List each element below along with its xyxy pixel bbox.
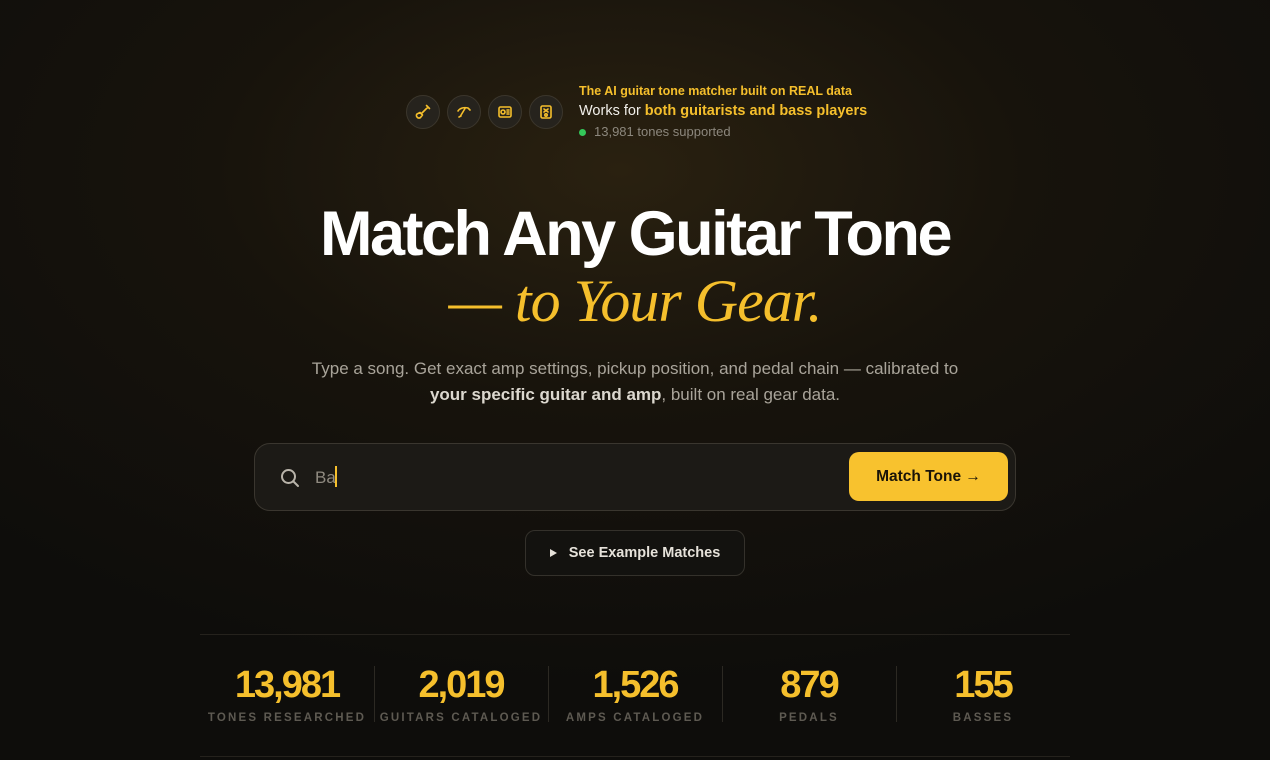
play-icon (549, 549, 557, 557)
pedal-icon (529, 95, 563, 129)
hero-subheadline: — to Your Gear. (448, 268, 823, 334)
hero-description: Type a song. Get exact amp settings, pic… (0, 356, 1270, 408)
stat-label: TONES RESEARCHED (207, 712, 367, 724)
status-dot-icon (579, 128, 586, 136)
see-example-matches-label: See Example Matches (568, 545, 721, 561)
tones-status: 13,981 tones supported (579, 122, 867, 142)
description-part1: Type a song. Get exact amp settings, pic… (311, 359, 959, 378)
description-part2: , built on real gear data. (661, 385, 841, 404)
stat-value: 13,981 (234, 664, 341, 706)
stat-label: PEDALS (779, 712, 839, 724)
badge-works-prefix: Works for (579, 103, 645, 119)
stats-bar: 13,981 TONES RESEARCHED 2,019 GUITARS CA… (200, 660, 1070, 730)
hero-badge: The AI guitar tone matcher built on REAL… (406, 82, 867, 142)
tones-status-text: 13,981 tones supported (594, 124, 731, 139)
stat-label: AMPS CATALOGED (565, 712, 705, 724)
text-caret (335, 466, 337, 487)
badge-text: The AI guitar tone matcher built on REAL… (579, 82, 867, 142)
match-tone-button[interactable]: Match Tone → (849, 452, 1008, 501)
stats-divider (200, 634, 1070, 635)
stat-basses: 155 BASSES (896, 660, 1070, 730)
song-search-input[interactable] (315, 464, 835, 492)
bass-guitar-icon (447, 95, 481, 129)
stat-guitars-cataloged: 2,019 GUITARS CATALOGED (374, 660, 548, 730)
stat-label: BASSES (952, 712, 1014, 724)
search-icon (279, 467, 301, 489)
song-search-box[interactable]: Match Tone → (254, 443, 1016, 511)
guitar-icon (406, 95, 440, 129)
see-example-matches-button[interactable]: See Example Matches (525, 530, 745, 576)
badge-works: Works for both guitarists and bass playe… (579, 100, 867, 122)
stat-value: 879 (780, 664, 839, 706)
stats-divider-bottom (200, 756, 1070, 757)
stat-label: GUITARS CATALOGED (379, 712, 543, 724)
stat-value: 2,019 (418, 664, 505, 706)
stat-tones-researched: 13,981 TONES RESEARCHED (200, 660, 374, 730)
badge-tagline: The AI guitar tone matcher built on REAL… (579, 84, 852, 98)
gear-icon-group (406, 95, 563, 129)
stat-pedals: 879 PEDALS (722, 660, 896, 730)
amp-icon (488, 95, 522, 129)
hero-headline: Match Any Guitar Tone (319, 199, 953, 269)
stat-value: 1,526 (592, 664, 679, 706)
stat-amps-cataloged: 1,526 AMPS CATALOGED (548, 660, 722, 730)
description-bold: your specific guitar and amp (429, 385, 662, 404)
stat-value: 155 (954, 664, 1013, 706)
badge-works-highlight: both guitarists and bass players (644, 103, 868, 119)
